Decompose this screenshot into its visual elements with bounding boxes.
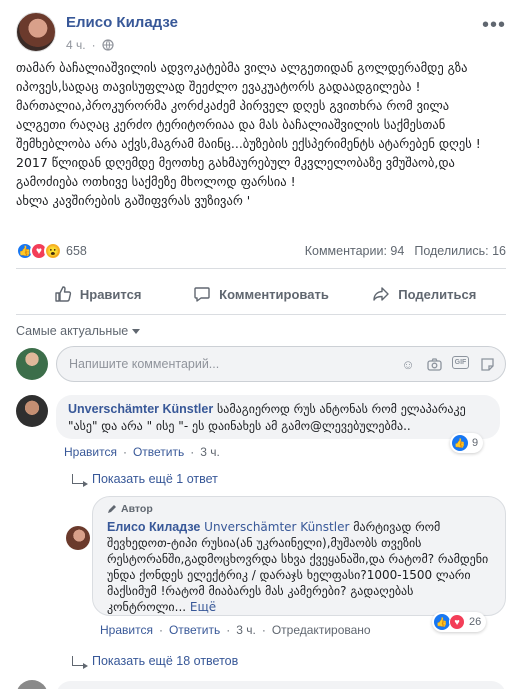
reply-text: მარტივად რომ შევხედოთ-ტიპი რუსია(ან უკრა… <box>107 520 489 614</box>
share-icon <box>373 287 389 301</box>
post-author-name[interactable]: Елисо Киладзе <box>66 14 178 31</box>
reply-author-name[interactable]: Елисо Киладзе <box>107 520 200 534</box>
reply-reply-link[interactable]: Ответить <box>169 623 220 637</box>
pen-icon <box>108 505 116 513</box>
author-tag: Автор <box>107 503 153 515</box>
share-button-label: Поделиться <box>398 286 477 302</box>
commenter-avatar[interactable] <box>16 680 48 689</box>
post-text-line: ალგეთი რაღაც კერძო ტერიტორიაა და მას ბაჩ… <box>16 117 446 132</box>
comment-like-count: 9 <box>472 437 479 449</box>
reply-author-avatar[interactable] <box>66 526 90 550</box>
reply-time[interactable]: 3 ч. <box>236 623 256 637</box>
commenter-avatar[interactable] <box>16 395 48 427</box>
comment-composer: Напишите комментарий... ☺ GIF <box>16 346 506 382</box>
post-header: Елисо Киладзе 4 ч. · ••• <box>16 12 506 56</box>
comment-actions: Нравится · Ответить · 3 ч. <box>64 445 220 459</box>
post-text-line: შემხებლობა არა აქვს,მაგრამ მაინც...ბუზებ… <box>16 136 481 151</box>
love-reaction-icon: ♥ <box>449 614 465 630</box>
shares-count[interactable]: Поделились: 16 <box>414 244 506 258</box>
commenter-name[interactable]: Unverschämter Künstler <box>68 402 213 416</box>
show-more-replies-label: Показать ещё 18 ответов <box>92 654 239 668</box>
reactions-summary[interactable]: 👍 ♥ 😮 658 <box>16 242 87 260</box>
current-user-avatar[interactable] <box>16 348 48 380</box>
more-options-icon[interactable]: ••• <box>482 14 506 37</box>
reply-like-link[interactable]: Нравится <box>100 623 153 637</box>
see-more-link[interactable]: Ещё <box>190 600 216 614</box>
comment-sort-dropdown[interactable]: Самые актуальные <box>16 324 141 338</box>
author-tag-label: Автор <box>121 503 153 515</box>
reply-arrow-icon <box>72 474 88 487</box>
like-reaction-icon: 👍 <box>434 614 450 630</box>
reply-text-block: Елисо Киладзе Unverschämter Künstler მარ… <box>107 519 491 615</box>
like-reaction-icon: 👍 <box>452 435 468 451</box>
sort-label: Самые актуальные <box>16 324 129 338</box>
reply-like-badge[interactable]: 👍 ♥ 26 <box>432 612 487 632</box>
post-text-line: იპოვეს,სადაც თავისუფლად შეეძლო ევაკუატორ… <box>16 79 421 94</box>
comments-count[interactable]: Комментарии: 94 <box>305 244 405 258</box>
comment-input[interactable]: Напишите комментарий... ☺ GIF <box>56 346 506 382</box>
reply-bubble: Автор Елисо Киладзе Unverschämter Künstl… <box>92 496 506 616</box>
post-actions: Нравится Комментировать Поделиться <box>16 276 506 312</box>
like-button[interactable]: Нравится <box>16 276 179 312</box>
post-meta: 4 ч. · <box>66 38 114 52</box>
comment-input-placeholder: Напишите комментарий... <box>69 357 220 371</box>
thumbs-up-icon <box>55 286 72 302</box>
reply-comment: Автор Елисо Киладзе Unverschämter Künstl… <box>56 496 506 646</box>
show-more-replies-link[interactable]: Показать ещё 1 ответ <box>72 472 218 487</box>
caret-down-icon <box>132 328 141 334</box>
comment-reply-link[interactable]: Ответить <box>133 445 184 459</box>
reactions-count[interactable]: 658 <box>66 244 87 258</box>
comment-time[interactable]: 3 ч. <box>200 445 220 459</box>
post-time[interactable]: 4 ч. <box>66 38 86 52</box>
comment-button-label: Комментировать <box>219 286 329 302</box>
emoji-icon[interactable]: ☺ <box>400 356 416 372</box>
post-text-line: თამარ ბაჩალიაშვილის ადვოკატებმა ვილა ალგ… <box>16 60 468 75</box>
comment-like-badge[interactable]: 👍 9 <box>450 433 484 453</box>
post-text: თამარ ბაჩალიაშვილის ადვოკატებმა ვილა ალგ… <box>16 58 506 210</box>
divider <box>16 314 506 315</box>
share-button[interactable]: Поделиться <box>343 276 506 312</box>
comment-bubble <box>56 681 506 689</box>
reply-actions: Нравится · Ответить · 3 ч. · Отредактиро… <box>100 623 371 637</box>
comment-like-link[interactable]: Нравится <box>64 445 117 459</box>
comment-bubble: Unverschämter Künstler სამაგიეროდ რუს ან… <box>56 395 500 439</box>
post-text-line: გამოძიება ოთხივე საქმეზე მხოლოდ ფარსია ! <box>16 174 296 189</box>
comment-icon <box>194 287 210 302</box>
gif-icon[interactable]: GIF <box>452 356 469 369</box>
reply-mention[interactable]: Unverschämter Künstler <box>204 520 349 534</box>
post-text-line: ახლა კავშირების გაშიფვრას ვუზივარ ' <box>16 193 251 208</box>
author-avatar[interactable] <box>16 12 56 52</box>
globe-icon <box>101 39 114 51</box>
divider <box>16 268 506 269</box>
wow-reaction-icon: 😮 <box>44 242 62 260</box>
show-more-replies-label: Показать ещё 1 ответ <box>92 472 218 486</box>
show-more-replies-link[interactable]: Показать ещё 18 ответов <box>72 654 239 669</box>
reply-arrow-icon <box>72 656 88 669</box>
camera-icon[interactable] <box>426 356 442 372</box>
post-text-line: მართალია,პროკურორმა კორძკაძემ პირველ დღე… <box>16 98 450 113</box>
edited-label[interactable]: Отредактировано <box>272 623 371 637</box>
reply-like-count: 26 <box>469 616 482 628</box>
comment-button[interactable]: Комментировать <box>179 276 342 312</box>
post-text-line: 2017 წლიდან დღემდე მეოთხე გახმაურებულ მკ… <box>16 155 455 170</box>
post-stats: 👍 ♥ 😮 658 Комментарии: 94 Поделились: 16 <box>16 240 506 262</box>
sticker-icon[interactable] <box>479 356 495 372</box>
like-button-label: Нравится <box>79 286 142 302</box>
